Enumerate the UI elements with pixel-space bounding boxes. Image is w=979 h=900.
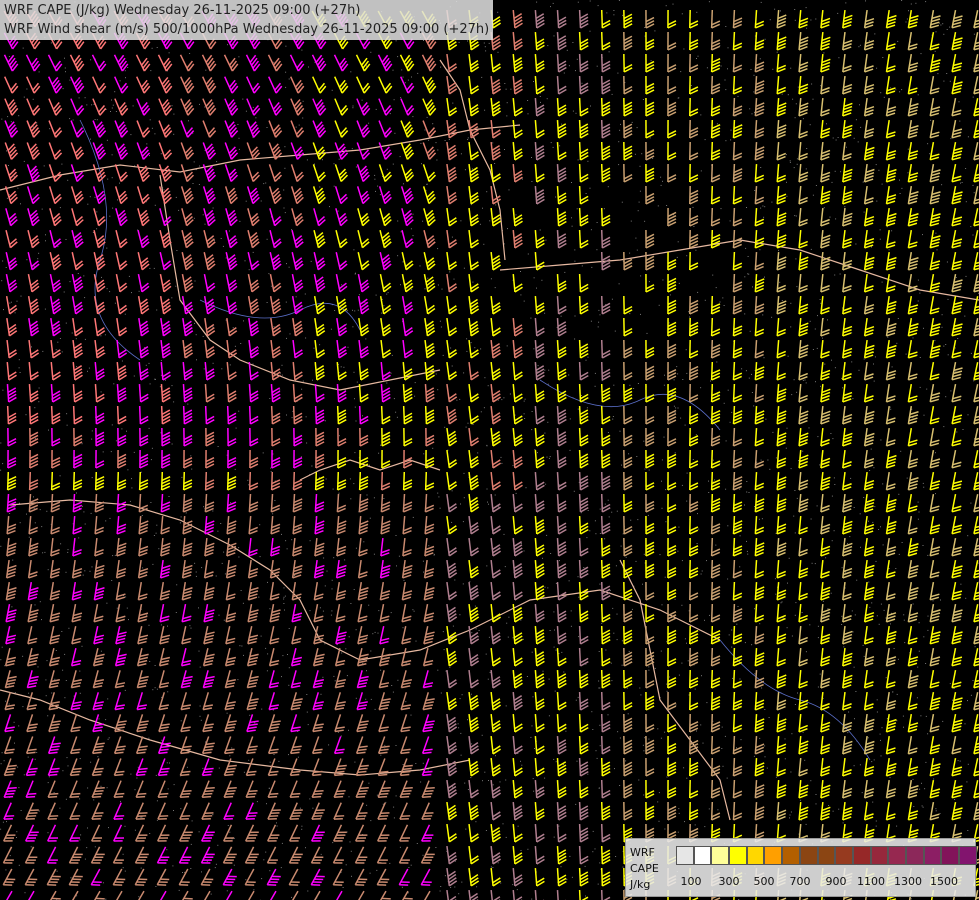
- legend-tick: 900: [825, 875, 847, 888]
- legend-tick: 100: [680, 875, 702, 888]
- legend-swatch: [711, 846, 730, 865]
- legend-swatch: [746, 846, 765, 865]
- legend-tick: 700: [789, 875, 811, 888]
- wind-shear-title: WRF Wind shear (m/s) 500/1000hPa Wednesd…: [4, 22, 490, 37]
- legend-color-scale: [676, 846, 977, 865]
- legend-swatch: [835, 846, 853, 865]
- legend-swatch: [782, 846, 800, 865]
- legend-swatch: [959, 846, 977, 865]
- legend-swatch: [764, 846, 783, 865]
- legend-swatch: [923, 846, 942, 865]
- legend-tick: 1100: [857, 875, 885, 888]
- wind-shear-map: [0, 0, 979, 900]
- legend-swatch: [870, 846, 889, 865]
- legend-tick: 1300: [894, 875, 922, 888]
- legend-swatch: [852, 846, 871, 865]
- legend-swatch: [729, 846, 747, 865]
- legend-swatch: [817, 846, 836, 865]
- legend-tick: 500: [753, 875, 775, 888]
- map-title-box: WRF CAPE (J/kg) Wednesday 26-11-2025 09:…: [0, 0, 494, 40]
- cape-title: WRF CAPE (J/kg) Wednesday 26-11-2025 09:…: [4, 3, 361, 18]
- legend-swatch: [888, 846, 906, 865]
- legend-unit-label: J/kg: [630, 878, 651, 891]
- legend-variable-label: CAPE: [630, 862, 659, 875]
- legend-swatch: [905, 846, 924, 865]
- legend-swatch: [693, 846, 712, 865]
- legend-model-label: WRF: [630, 846, 655, 859]
- cape-legend: WRF CAPE J/kg 100 300 500 700 900 1100 1…: [625, 838, 977, 897]
- legend-swatch: [941, 846, 959, 865]
- legend-swatch: [799, 846, 818, 865]
- legend-swatch: [676, 846, 694, 865]
- legend-tick: 300: [718, 875, 740, 888]
- map-background: [0, 0, 979, 900]
- legend-tick: 1500: [930, 875, 958, 888]
